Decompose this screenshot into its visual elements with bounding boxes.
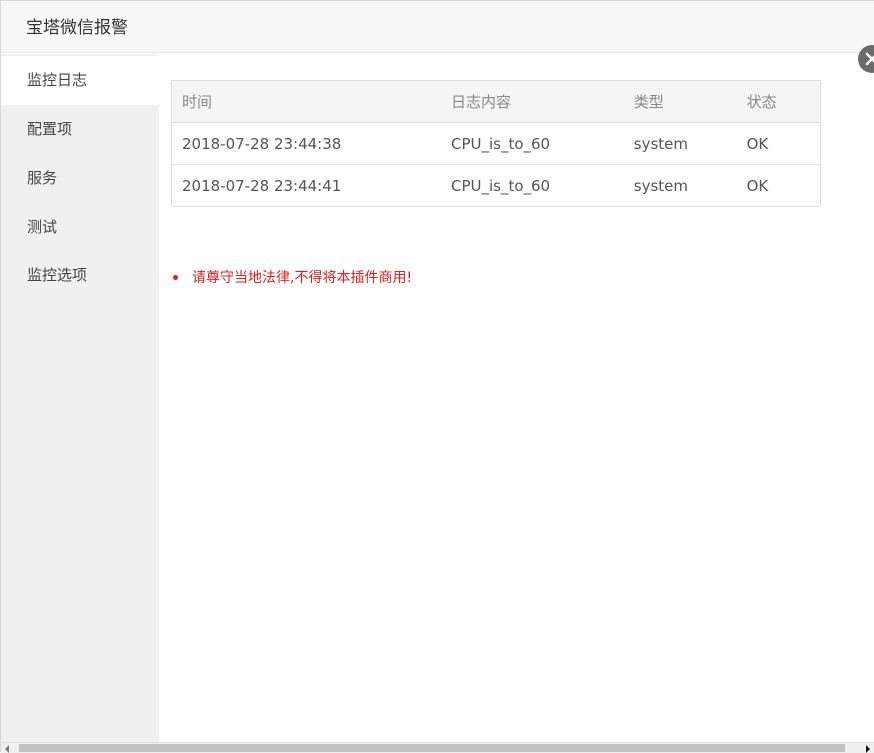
- cell-time: 2018-07-28 23:44:38: [171, 122, 441, 165]
- legal-notice: 请尊守当地法律,不得将本插件商用!: [173, 268, 412, 288]
- table-row: 2018-07-28 23:44:38 CPU_is_to_60 system …: [171, 122, 821, 165]
- sidebar-item-monitor-log[interactable]: 监控日志: [1, 56, 159, 105]
- cell-type: system: [623, 164, 737, 207]
- scrollbar-thumb[interactable]: [19, 744, 845, 752]
- main-content: 时间 日志内容 类型 状态 2018-07-28 23:44:38 CPU_is…: [159, 54, 858, 745]
- sidebar-item-label: 测试: [27, 218, 58, 236]
- plugin-dialog: 宝塔微信报警 监控日志 配置项 服务 测试 监控选项 时间 日志内容 类型 状态…: [0, 0, 874, 753]
- horizontal-scrollbar[interactable]: [1, 742, 874, 753]
- log-table: 时间 日志内容 类型 状态 2018-07-28 23:44:38 CPU_is…: [171, 80, 821, 207]
- table-header-row: 时间 日志内容 类型 状态: [171, 80, 821, 123]
- sidebar: 监控日志 配置项 服务 测试 监控选项: [1, 54, 159, 745]
- cell-status: OK: [736, 164, 821, 207]
- cell-type: system: [623, 122, 737, 165]
- sidebar-item-label: 配置项: [27, 120, 73, 138]
- dialog-title: 宝塔微信报警: [26, 18, 128, 38]
- cell-content: CPU_is_to_60: [440, 164, 624, 207]
- sidebar-item-monitor-options[interactable]: 监控选项: [1, 251, 159, 300]
- cell-content: CPU_is_to_60: [440, 122, 624, 165]
- sidebar-item-label: 监控日志: [27, 71, 88, 89]
- column-header-time: 时间: [171, 80, 441, 123]
- sidebar-item-label: 监控选项: [27, 266, 88, 284]
- close-icon: [865, 52, 874, 66]
- cell-status: OK: [736, 122, 821, 165]
- bullet-icon: [173, 274, 178, 280]
- close-button[interactable]: [858, 45, 874, 73]
- table-row: 2018-07-28 23:44:41 CPU_is_to_60 system …: [171, 164, 821, 207]
- sidebar-item-label: 服务: [27, 169, 58, 187]
- legal-notice-text: 请尊守当地法律,不得将本插件商用!: [192, 270, 413, 286]
- dialog-titlebar: 宝塔微信报警: [1, 1, 874, 53]
- column-header-content: 日志内容: [440, 80, 624, 123]
- sidebar-item-config[interactable]: 配置项: [1, 105, 159, 154]
- sidebar-item-service[interactable]: 服务: [1, 154, 159, 203]
- column-header-status: 状态: [736, 80, 821, 123]
- cell-time: 2018-07-28 23:44:41: [171, 164, 441, 207]
- column-header-type: 类型: [623, 80, 737, 123]
- sidebar-item-test[interactable]: 测试: [1, 203, 159, 252]
